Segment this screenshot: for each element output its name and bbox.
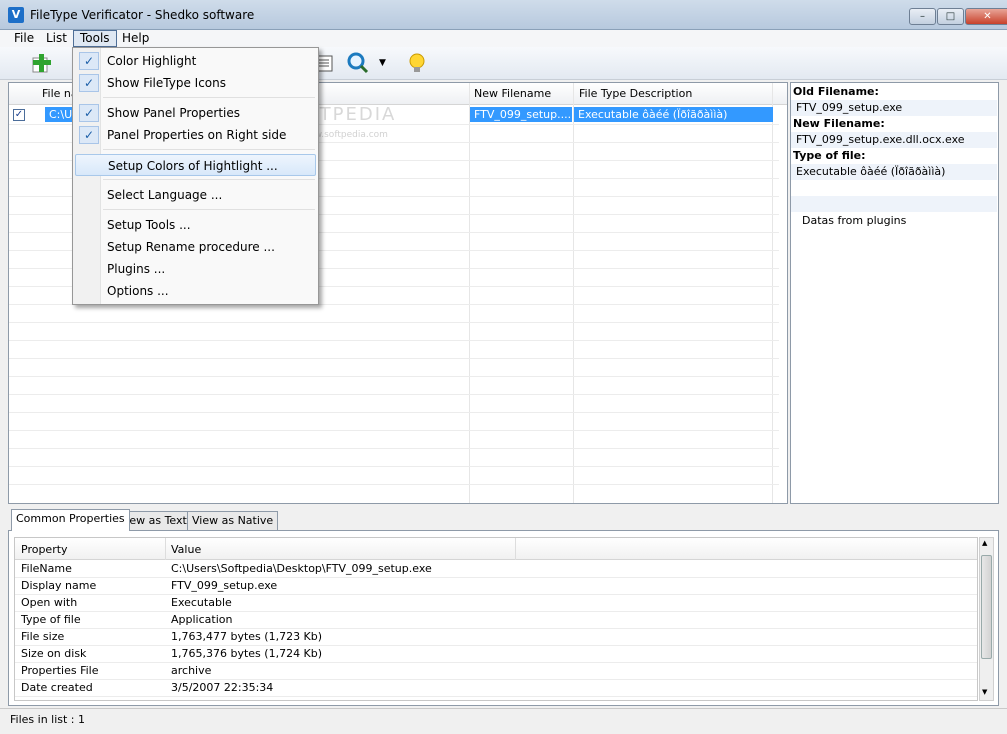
table-row[interactable]: Date created 3/5/2007 22:35:34 bbox=[15, 680, 977, 697]
old-filename-label: Old Filename: bbox=[793, 85, 879, 98]
menu-list[interactable]: List bbox=[40, 30, 73, 47]
menu-file[interactable]: File bbox=[8, 30, 40, 47]
scroll-up-icon[interactable]: ▲ bbox=[982, 539, 987, 547]
check-icon: ✓ bbox=[79, 52, 99, 70]
table-row[interactable]: Type of file Application bbox=[15, 612, 977, 629]
column-new-filename[interactable]: New Filename bbox=[474, 87, 551, 100]
type-of-file-label: Type of file: bbox=[793, 149, 866, 162]
menu-show-filetype-icons[interactable]: ✓ Show FileType Icons bbox=[75, 72, 316, 94]
table-row[interactable]: File size 1,763,477 bytes (1,723 Kb) bbox=[15, 629, 977, 646]
scroll-down-icon[interactable]: ▼ bbox=[982, 688, 987, 696]
check-icon: ✓ bbox=[79, 104, 99, 122]
menu-tools[interactable]: Tools bbox=[73, 30, 117, 47]
value-column-header[interactable]: Value bbox=[171, 543, 201, 556]
minimize-button[interactable]: – bbox=[909, 8, 936, 25]
table-row[interactable]: Open with Executable bbox=[15, 595, 977, 612]
menu-color-highlight[interactable]: ✓ Color Highlight bbox=[75, 50, 316, 72]
search-icon[interactable] bbox=[347, 52, 369, 74]
type-of-file-value: Executable ôàéé (Ïðîãðàììà) bbox=[791, 164, 997, 180]
properties-panel: Property Value FileName C:\Users\Softpedi… bbox=[8, 530, 999, 706]
menu-options[interactable]: Options ... bbox=[75, 280, 316, 302]
new-filename-value: FTV_099_setup.exe.dll.ocx.exe bbox=[791, 132, 997, 148]
tab-view-as-native[interactable]: View as Native bbox=[187, 511, 279, 530]
menu-show-panel-properties[interactable]: ✓ Show Panel Properties bbox=[75, 102, 316, 124]
app-icon: V bbox=[8, 7, 24, 23]
column-separator bbox=[573, 83, 574, 503]
property-column-header[interactable]: Property bbox=[21, 543, 68, 556]
menu-setup-tools[interactable]: Setup Tools ... bbox=[75, 214, 316, 236]
new-filename-label: New Filename: bbox=[793, 117, 885, 130]
properties-table[interactable]: Property Value FileName C:\Users\Softpedi… bbox=[14, 537, 978, 701]
old-filename-value: FTV_099_setup.exe bbox=[791, 100, 997, 116]
column-separator bbox=[469, 83, 470, 503]
add-files-icon[interactable] bbox=[30, 52, 52, 74]
empty-row bbox=[791, 196, 997, 212]
window-title: FileType Verificator - Shedko software bbox=[30, 8, 255, 22]
check-icon: ✓ bbox=[79, 74, 99, 92]
vertical-scrollbar[interactable]: ▲ ▼ bbox=[979, 537, 994, 701]
dropdown-arrow-icon[interactable]: ▼ bbox=[379, 58, 386, 68]
title-bar: V FileType Verificator - Shedko software bbox=[0, 0, 1007, 30]
tools-menu: ✓ Color Highlight ✓ Show FileType Icons … bbox=[72, 47, 319, 305]
tab-common-properties[interactable]: Common Properties bbox=[11, 509, 130, 531]
properties-header: Property Value bbox=[15, 538, 977, 560]
maximize-button[interactable]: □ bbox=[937, 8, 964, 25]
column-file-type-description[interactable]: File Type Description bbox=[579, 87, 692, 100]
menu-panel-properties-right[interactable]: ✓ Panel Properties on Right side bbox=[75, 124, 316, 146]
properties-side-panel: Old Filename: FTV_099_setup.exe New File… bbox=[790, 82, 999, 504]
column-separator bbox=[772, 83, 773, 503]
table-row[interactable]: Display name FTV_099_setup.exe bbox=[15, 578, 977, 595]
menu-select-language[interactable]: Select Language ... bbox=[75, 184, 316, 206]
menu-help[interactable]: Help bbox=[116, 30, 155, 47]
menu-setup-colors[interactable]: Setup Colors of Hightlight ... bbox=[75, 154, 316, 176]
menu-setup-rename[interactable]: Setup Rename procedure ... bbox=[75, 236, 316, 258]
status-bar: Files in list : 1 bbox=[0, 708, 1007, 734]
files-count: Files in list : 1 bbox=[10, 713, 86, 726]
lightbulb-icon[interactable] bbox=[406, 52, 428, 74]
row-new-filename: FTV_099_setup.... bbox=[470, 107, 572, 122]
row-checkbox[interactable]: ✓ bbox=[13, 109, 25, 121]
close-button[interactable]: ✕ bbox=[965, 8, 1007, 25]
scrollbar-thumb[interactable] bbox=[981, 555, 992, 659]
table-row[interactable]: Size on disk 1,765,376 bytes (1,724 Kb) bbox=[15, 646, 977, 663]
table-row[interactable]: FileName C:\Users\Softpedia\Desktop\FTV_0… bbox=[15, 561, 977, 578]
menu-plugins[interactable]: Plugins ... bbox=[75, 258, 316, 280]
row-description: Executable ôàéé (Ïðîãðàììà) bbox=[574, 107, 773, 122]
plugins-data-label: Datas from plugins bbox=[802, 214, 907, 227]
check-icon: ✓ bbox=[79, 126, 99, 144]
table-row[interactable]: Properties File archive bbox=[15, 663, 977, 680]
